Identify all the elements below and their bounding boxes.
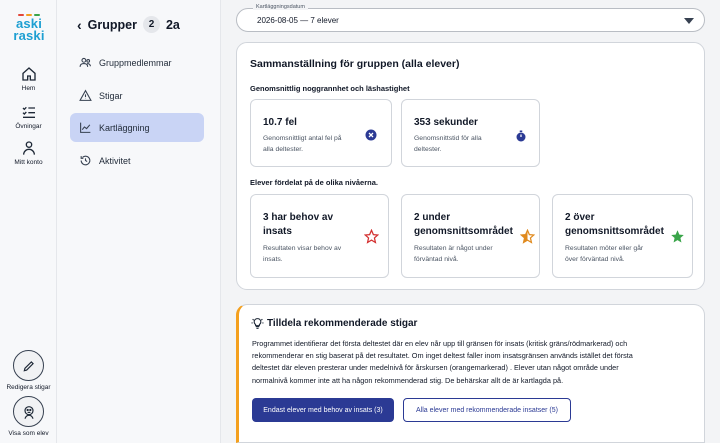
back-chevron-icon[interactable]: ‹ — [77, 17, 82, 33]
rail-item-account[interactable]: Mitt konto — [0, 140, 57, 166]
rail-item-home[interactable]: Hem — [0, 66, 57, 92]
assessment-date-value: 2026-08-05 — 7 elever — [257, 16, 339, 25]
assign-all-recommended-button[interactable]: Alla elever med rekommenderade insatser … — [403, 398, 571, 422]
avg-errors-value: 10.7 fel — [263, 117, 297, 128]
nav-label-activity: Aktivitet — [99, 155, 131, 166]
avg-time-desc-1: Genomsnittstid för alla — [414, 135, 482, 142]
nav-title: Grupper — [87, 17, 137, 32]
avg-errors-desc-1: Genomsnittligt antal fel på — [263, 135, 342, 142]
avg-errors-desc-2: alla deltester. — [263, 146, 304, 153]
nav-item-members[interactable]: Gruppmedlemmar — [70, 48, 204, 77]
rail-label-home: Hem — [21, 85, 36, 92]
nav-item-assessment[interactable]: Kartläggning — [70, 113, 204, 142]
avg-errors-card: 10.7 fel Genomsnittligt antal fel på all… — [250, 99, 392, 167]
nav-label-paths: Stigar — [99, 90, 123, 101]
needs-support-title-2: insats — [263, 226, 292, 237]
stopwatch-icon — [516, 130, 526, 142]
avg-time-desc-2: deltester. — [414, 146, 442, 153]
above-average-title-2: genomsnittsområdet — [565, 226, 664, 237]
app: aski raski Hem Övningar Mitt konto Redig… — [0, 0, 720, 443]
student-face-icon — [23, 405, 34, 419]
needs-support-desc-2: insats. — [263, 256, 283, 263]
recommend-title: Tilldela rekommenderade stigar — [267, 318, 418, 329]
nav-item-activity[interactable]: Aktivitet — [70, 146, 204, 175]
warning-icon — [79, 89, 92, 101]
caret-down-icon — [684, 18, 694, 24]
view-as-student-label: Visa som elev — [8, 430, 49, 437]
history-icon — [80, 155, 91, 166]
group-nav-panel: ‹ Grupper 2 2a Gruppmedlemmar Stigar Kar… — [57, 0, 221, 443]
view-as-student-circle — [13, 396, 44, 427]
main-content: Kartläggningsdatum 2026-08-05 — 7 elever… — [222, 0, 720, 443]
recommend-body-line-4: normalnivå kommer inte att ha någon reko… — [252, 375, 564, 385]
edit-paths-circle — [13, 350, 44, 381]
below-average-title-1: 2 under — [414, 212, 451, 223]
star-half-orange-icon — [520, 229, 535, 244]
logo-word-2: raski — [13, 28, 45, 43]
above-average-title-1: 2 över — [565, 212, 595, 223]
below-average-title-2: genomsnittsområdet — [414, 226, 513, 237]
group-name: 2a — [165, 17, 180, 32]
person-icon — [22, 141, 35, 155]
edit-paths-label: Redigera stigar — [6, 384, 51, 391]
rail-label-account: Mitt konto — [14, 159, 43, 166]
edit-paths-button[interactable]: Redigera stigar — [0, 350, 57, 391]
assessment-date-select[interactable]: Kartläggningsdatum 2026-08-05 — 7 elever — [236, 4, 705, 32]
needs-support-title-1: 3 har behov av — [263, 212, 334, 223]
needs-support-card: 3 har behov av insats Resultaten visar b… — [250, 194, 389, 278]
levels-heading: Elever fördelat på de olika nivåerna. — [250, 178, 378, 187]
below-average-desc-1: Resultaten är något under — [414, 245, 493, 252]
nav-label-members: Gruppmedlemmar — [99, 57, 172, 68]
rail-label-exercises: Övningar — [15, 123, 42, 130]
nav-item-paths[interactable]: Stigar — [70, 81, 204, 110]
assessment-date-legend: Kartläggningsdatum — [253, 4, 308, 10]
lightbulb-icon — [251, 318, 264, 329]
assign-needs-support-button[interactable]: Endast elever med behov av insats (3) — [252, 398, 394, 422]
left-rail: aski raski Hem Övningar Mitt konto Redig… — [0, 0, 57, 443]
below-average-desc-2: förväntad nivå. — [414, 256, 459, 263]
star-outline-red-icon — [364, 229, 379, 244]
logo[interactable]: aski raski — [9, 14, 49, 42]
group-count-badge: 2 — [142, 16, 160, 33]
checklist-icon — [22, 106, 35, 118]
recommend-body-line-3: deltestet där eleven presterar under med… — [252, 363, 619, 373]
nav-label-assessment: Kartläggning — [99, 122, 150, 133]
users-icon — [79, 57, 91, 67]
avg-time-value: 353 sekunder — [414, 117, 478, 128]
star-filled-green-icon — [671, 230, 684, 243]
accuracy-heading: Genomsnittlig noggrannhet och läshastigh… — [250, 84, 410, 93]
pencil-icon — [23, 360, 34, 371]
error-x-icon — [365, 129, 377, 141]
recommend-body: Programmet identifierar det första delte… — [252, 338, 692, 387]
recommend-body-line-2: rekommenderar en stig baserat på det res… — [252, 351, 633, 361]
summary-title: Sammanställning för gruppen (alla elever… — [250, 58, 460, 70]
recommend-body-line-1: Programmet identifierar det första delte… — [252, 339, 628, 348]
above-average-card: 2 över genomsnittsområdet Resultaten möt… — [552, 194, 693, 278]
recommend-paths-panel: Tilldela rekommenderade stigar Programme… — [236, 304, 705, 443]
chart-icon — [80, 122, 91, 133]
avg-time-card: 353 sekunder Genomsnittstid för alla del… — [401, 99, 540, 167]
view-as-student-button[interactable]: Visa som elev — [0, 396, 57, 437]
above-average-desc-1: Resultaten möter eller går — [565, 245, 644, 252]
below-average-card: 2 under genomsnittsområdet Resultaten är… — [401, 194, 540, 278]
above-average-desc-2: över förväntad nivå. — [565, 256, 625, 263]
nav-header: ‹ Grupper 2 2a — [77, 16, 180, 33]
home-icon — [21, 67, 36, 81]
rail-item-exercises[interactable]: Övningar — [0, 104, 57, 130]
group-summary-panel: Sammanställning för gruppen (alla elever… — [236, 42, 705, 290]
needs-support-desc-1: Resultaten visar behov av — [263, 245, 342, 252]
